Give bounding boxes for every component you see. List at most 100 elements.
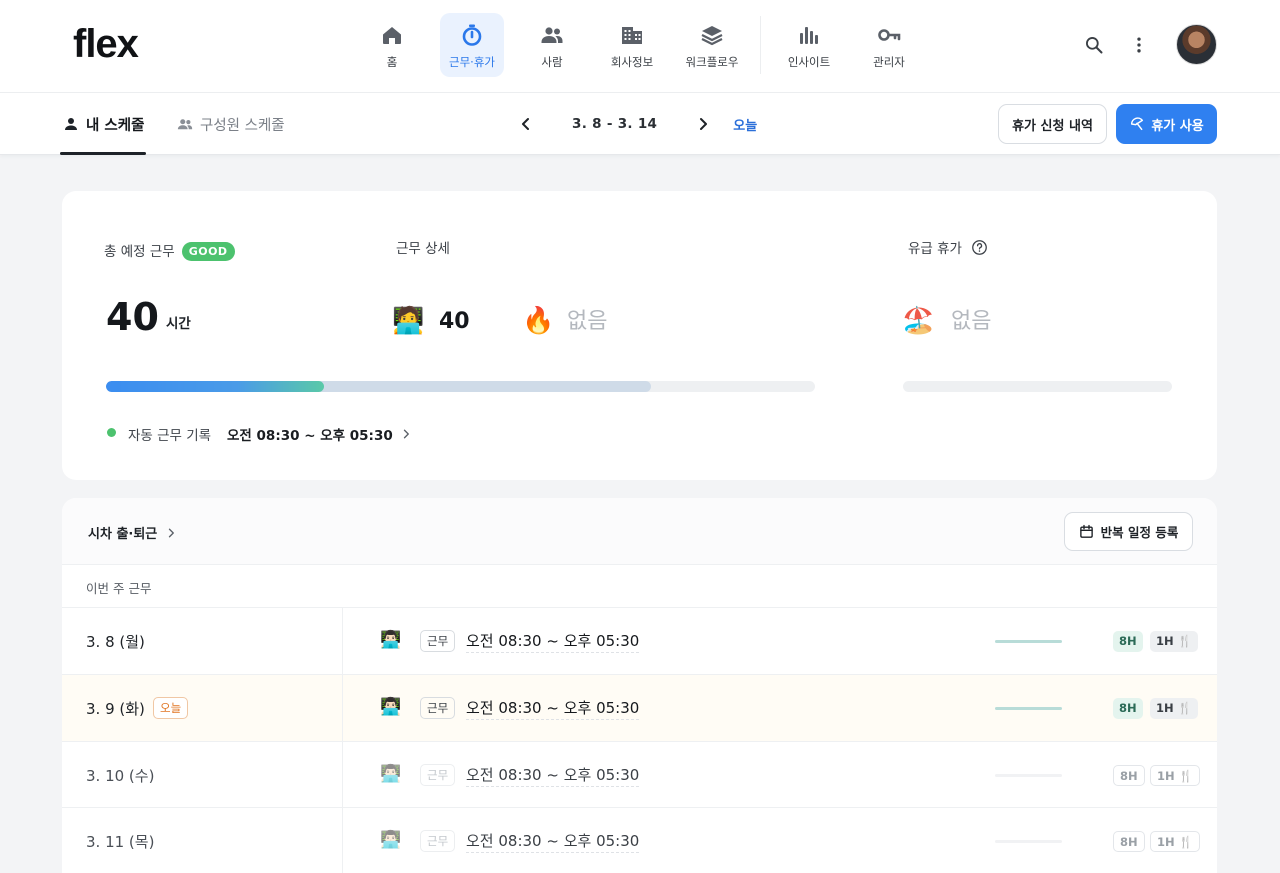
nav-item-workflow[interactable]: 워크플로우: [680, 13, 744, 77]
overtime-value: 없음: [567, 309, 608, 334]
week-navigator: 3. 8 - 3. 14 오늘: [514, 93, 757, 155]
break-time-chip: 1H 🍴: [1150, 765, 1200, 786]
work-hours-value: 40: [439, 309, 470, 334]
work-type-tag: 근무: [420, 630, 456, 652]
vacation-history-button[interactable]: 휴가 신청 내역: [998, 104, 1107, 144]
work-time-range[interactable]: 오전 08:30 ~ 오후 05:30: [466, 764, 640, 787]
schedule-subnav: 내 스케줄 구성원 스케줄 3. 8 - 3. 14 오늘 휴가 신청 내역 휴…: [0, 93, 1280, 155]
key-icon: [878, 29, 901, 41]
search-button[interactable]: [1080, 31, 1108, 59]
schedule-row[interactable]: 3. 9 (화) 오늘 👨🏻‍💻 근무 오전 08:30 ~ 오후 05:30 8H 1H …: [62, 674, 1217, 741]
use-vacation-label: 휴가 사용: [1151, 118, 1204, 134]
nav-item-company[interactable]: 회사정보: [600, 13, 664, 77]
total-hours: 40: [106, 295, 159, 339]
row-divider: [342, 675, 343, 741]
nav-label: 워크플로우: [685, 55, 739, 69]
completed-progress-fill: [106, 381, 324, 392]
nav-label: 사람: [541, 55, 563, 69]
nav-label: 인사이트: [787, 55, 831, 69]
work-time-range[interactable]: 오전 08:30 ~ 오후 05:30: [466, 630, 640, 653]
timeline-bar: [995, 707, 1062, 710]
bar-chart-icon: [800, 27, 818, 44]
nav-item-work-vacation[interactable]: 근무·휴가: [440, 13, 504, 77]
calendar-icon: [1079, 524, 1093, 538]
schedule-header: [62, 498, 1217, 565]
work-type-tag: 근무: [420, 830, 456, 852]
work-progress-bar: [106, 381, 815, 392]
schedule-row[interactable]: 3. 8 (월) 👨🏻‍💻 근무 오전 08:30 ~ 오후 05:30 8H 1H 🍴: [62, 607, 1217, 674]
row-divider: [342, 808, 343, 873]
flex-logo[interactable]: flex: [73, 22, 139, 66]
work-type-tag: 근무: [420, 697, 456, 719]
work-hours-chip: 8H: [1113, 698, 1143, 719]
chevron-right-icon: [700, 118, 708, 130]
this-week-label: 이번 주 근무: [86, 581, 152, 596]
next-week-button[interactable]: [691, 112, 715, 136]
total-work-label-text: 총 예정 근무: [104, 244, 175, 260]
timeline-bar: [995, 640, 1062, 643]
break-time-chip: 1H 🍴: [1150, 831, 1200, 852]
row-date: 3. 8 (월): [86, 633, 145, 651]
nav-label: 관리자: [873, 55, 905, 69]
vacation-progress-bar: [903, 381, 1172, 392]
work-type-tag: 근무: [420, 764, 456, 786]
layers-icon: [701, 26, 723, 46]
today-badge: 오늘: [153, 697, 189, 719]
nav-item-admin[interactable]: 관리자: [857, 13, 921, 77]
chevron-left-icon: [522, 118, 529, 130]
main-nav: 홈 근무·휴가 사람 회사정보 워크플로우 인사이트 관리자: [360, 13, 937, 77]
building-icon: [622, 27, 642, 44]
nav-label: 홈: [386, 55, 398, 69]
row-date: 3. 9 (화): [86, 700, 145, 718]
overtime-emoji: 🔥: [522, 306, 555, 336]
more-menu-button[interactable]: [1125, 31, 1153, 59]
work-summary-card: 총 예정 근무 GOOD 40 시간 근무 상세 🧑‍💻 40 🔥 없음 유급 휴…: [62, 191, 1217, 480]
flex-commute-link[interactable]: 시차 출·퇴근: [88, 523, 177, 542]
nav-label: 근무·휴가: [449, 55, 495, 69]
row-date: 3. 11 (목): [86, 833, 155, 851]
schedule-row[interactable]: 3. 11 (목) 👨🏻‍💻 근무 오전 08:30 ~ 오후 05:30 8H 1H 🍴: [62, 807, 1217, 873]
vacation-emoji: 🏖️: [902, 306, 935, 336]
help-circle-icon[interactable]: [971, 239, 988, 256]
nav-divider: [760, 16, 761, 74]
work-hours-chip: 8H: [1113, 831, 1145, 852]
today-link[interactable]: 오늘: [733, 115, 757, 134]
row-date: 3. 10 (수): [86, 767, 155, 785]
worker-emoji: 👨🏻‍💻: [380, 830, 402, 850]
stopwatch-icon: [462, 24, 482, 46]
week-range: 3. 8 - 3. 14: [572, 116, 658, 132]
people-icon: [177, 119, 193, 130]
paid-vacation-label-text: 유급 휴가: [908, 241, 962, 257]
tab-my-schedule[interactable]: 내 스케줄: [60, 93, 147, 155]
row-divider: [342, 608, 343, 674]
paid-vacation-label: 유급 휴가: [908, 237, 988, 257]
use-vacation-button[interactable]: 휴가 사용: [1116, 104, 1217, 144]
user-avatar[interactable]: [1176, 24, 1217, 65]
prev-week-button[interactable]: [514, 112, 538, 136]
auto-record-value[interactable]: 오전 08:30 ~ 오후 05:30: [227, 424, 412, 444]
timeline-bar: [995, 774, 1062, 777]
more-vertical-icon: [1137, 37, 1141, 53]
auto-record-time: 오전 08:30 ~ 오후 05:30: [227, 428, 393, 444]
person-icon: [65, 118, 77, 130]
home-icon: [383, 27, 401, 44]
break-time-chip: 1H 🍴: [1150, 631, 1198, 652]
nav-item-home[interactable]: 홈: [360, 13, 424, 77]
timeline-bar: [995, 840, 1062, 843]
nav-label: 회사정보: [610, 55, 654, 69]
chevron-right-icon: [403, 429, 409, 439]
nav-item-people[interactable]: 사람: [520, 13, 584, 77]
work-hours-chip: 8H: [1113, 765, 1145, 786]
status-dot: [107, 428, 116, 437]
chevron-right-icon: [169, 528, 175, 537]
work-detail-label: 근무 상세: [396, 241, 450, 257]
schedule-row[interactable]: 3. 10 (수) 👨🏻‍💻 근무 오전 08:30 ~ 오후 05:30 8H 1H 🍴: [62, 741, 1217, 808]
repeat-schedule-button[interactable]: 반복 일정 등록: [1064, 512, 1193, 551]
nav-item-insight[interactable]: 인사이트: [777, 13, 841, 77]
search-icon: [1086, 37, 1103, 54]
total-work-label: 총 예정 근무 GOOD: [104, 240, 235, 261]
work-time-range[interactable]: 오전 08:30 ~ 오후 05:30: [466, 830, 640, 853]
tab-member-schedule[interactable]: 구성원 스케줄: [176, 93, 285, 155]
tab-label: 내 스케줄: [86, 117, 145, 134]
work-time-range[interactable]: 오전 08:30 ~ 오후 05:30: [466, 697, 640, 720]
